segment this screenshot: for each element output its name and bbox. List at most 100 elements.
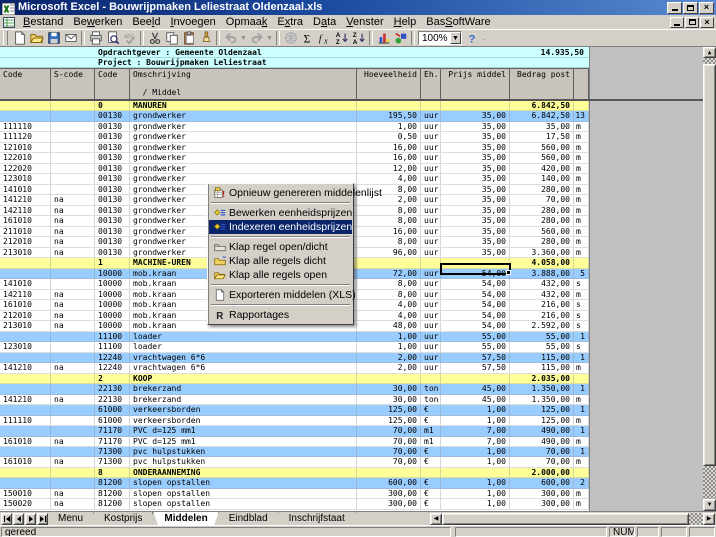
grid-cell[interactable] bbox=[357, 101, 421, 111]
grid-cell[interactable] bbox=[51, 143, 95, 153]
grid-cell[interactable]: uur bbox=[421, 300, 441, 310]
grid-cell[interactable]: 8,00 bbox=[357, 216, 421, 226]
grid-cell[interactable] bbox=[51, 447, 95, 457]
grid-cell[interactable]: 10000 bbox=[95, 269, 130, 279]
grid-cell[interactable]: na bbox=[51, 321, 95, 331]
grid-cell[interactable]: 1 bbox=[574, 332, 589, 342]
grid-cell[interactable]: 00130 bbox=[95, 237, 130, 247]
grid-cell[interactable]: 8,00 bbox=[357, 290, 421, 300]
grid-cell[interactable]: 13 bbox=[574, 111, 589, 121]
grid-cell[interactable]: € bbox=[421, 499, 441, 509]
grid-cell[interactable]: 71170 bbox=[95, 426, 130, 436]
grid-cell[interactable]: 70,00 bbox=[357, 437, 421, 447]
grid-cell[interactable]: 22130 bbox=[95, 395, 130, 405]
grid-cell[interactable]: 1 bbox=[95, 258, 130, 268]
grid-cell[interactable]: slopen opstallen bbox=[130, 489, 357, 499]
grid-cell[interactable]: 115,00 bbox=[510, 363, 574, 373]
grid-cell[interactable]: 432,00 bbox=[510, 290, 574, 300]
grid-cell[interactable]: 55,00 bbox=[510, 342, 574, 352]
grid-cell[interactable]: uur bbox=[421, 279, 441, 289]
grid-cell[interactable] bbox=[51, 153, 95, 163]
cut-icon[interactable] bbox=[146, 30, 163, 46]
grid-cell[interactable]: 1 bbox=[574, 426, 589, 436]
grid-cell[interactable]: 22130 bbox=[95, 384, 130, 394]
grid-cell[interactable]: 7,00 bbox=[441, 426, 510, 436]
grid-cell[interactable]: grondwerker bbox=[130, 132, 357, 142]
new-icon[interactable] bbox=[11, 30, 28, 46]
menu-bestand[interactable]: Bestand bbox=[18, 16, 68, 29]
grid-cell[interactable] bbox=[0, 405, 51, 415]
grid-cell[interactable]: ton bbox=[421, 395, 441, 405]
grid-cell[interactable]: grondwerker bbox=[130, 122, 357, 132]
grid-cell[interactable]: 212010 bbox=[0, 311, 51, 321]
grid-cell[interactable]: 141210 bbox=[0, 363, 51, 373]
grid-cell[interactable]: 96,00 bbox=[357, 248, 421, 258]
grid-cell[interactable] bbox=[0, 384, 51, 394]
grid-cell[interactable]: 8 bbox=[95, 468, 130, 478]
grid-cell[interactable]: 3.888,00 bbox=[510, 269, 574, 279]
grid-cell[interactable]: 00130 bbox=[95, 132, 130, 142]
context-menu-item[interactable]: Indexeren eenheidsprijzen bbox=[209, 220, 352, 234]
grid-cell[interactable]: uur bbox=[421, 321, 441, 331]
grid-cell[interactable] bbox=[51, 384, 95, 394]
grid-cell[interactable] bbox=[51, 258, 95, 268]
workbook-minimize-button[interactable] bbox=[670, 17, 684, 28]
grid-cell[interactable]: 45,00 bbox=[441, 384, 510, 394]
grid-cell[interactable]: 195,50 bbox=[357, 111, 421, 121]
grid-cell[interactable]: 150010 bbox=[0, 489, 51, 499]
paste-icon[interactable] bbox=[180, 30, 197, 46]
grid-cell[interactable]: 1 bbox=[574, 405, 589, 415]
grid-cell[interactable] bbox=[421, 468, 441, 478]
grid-cell[interactable]: 300,00 bbox=[510, 489, 574, 499]
horizontal-scrollbar-track[interactable] bbox=[689, 513, 703, 525]
grid-cell[interactable]: 54,00 bbox=[441, 311, 510, 321]
grid-cell[interactable]: 420,00 bbox=[510, 164, 574, 174]
grid-cell[interactable] bbox=[51, 269, 95, 279]
grid-cell[interactable]: 560,00 bbox=[510, 227, 574, 237]
workbook-restore-button[interactable] bbox=[685, 17, 699, 28]
grid-cell[interactable] bbox=[0, 258, 51, 268]
grid-cell[interactable]: 00130 bbox=[95, 216, 130, 226]
grid-cell[interactable]: 212010 bbox=[0, 237, 51, 247]
context-menu-item[interactable]: Exporteren middelen (XLS) bbox=[209, 288, 352, 302]
grid-cell[interactable]: 35,00 bbox=[441, 248, 510, 258]
grid-cell[interactable]: 6.842,50 bbox=[510, 101, 574, 111]
grid-cell[interactable]: m bbox=[574, 174, 589, 184]
vertical-scrollbar-thumb[interactable] bbox=[703, 64, 716, 466]
grid-cell[interactable]: 10000 bbox=[95, 311, 130, 321]
grid-cell[interactable]: 1,00 bbox=[357, 332, 421, 342]
grid-cell[interactable]: verkeersborden bbox=[130, 416, 357, 426]
sheet-tab-eindblad[interactable]: Eindblad bbox=[219, 512, 279, 526]
grid-cell[interactable]: 00130 bbox=[95, 111, 130, 121]
grid-cell[interactable]: 125,00 bbox=[510, 416, 574, 426]
grid-cell[interactable]: na bbox=[51, 395, 95, 405]
open-icon[interactable] bbox=[28, 30, 45, 46]
grid-cell[interactable]: m bbox=[574, 143, 589, 153]
grid-cell[interactable]: 17,50 bbox=[510, 132, 574, 142]
grid-cell[interactable]: uur bbox=[421, 195, 441, 205]
grid-cell[interactable] bbox=[574, 258, 589, 268]
grid-cell[interactable]: uur bbox=[421, 363, 441, 373]
grid-cell[interactable] bbox=[51, 164, 95, 174]
grid-cell[interactable]: 141010 bbox=[0, 185, 51, 195]
grid-cell[interactable]: 00130 bbox=[95, 227, 130, 237]
grid-cell[interactable]: na bbox=[51, 206, 95, 216]
grid-cell[interactable]: MANUREN bbox=[130, 101, 357, 111]
insert-hyperlink-icon[interactable] bbox=[282, 30, 299, 46]
grid-cell[interactable] bbox=[51, 405, 95, 415]
grid-cell[interactable]: uur bbox=[421, 206, 441, 216]
grid-cell[interactable]: 141210 bbox=[0, 395, 51, 405]
grid-cell[interactable]: slopen opstallen bbox=[130, 478, 357, 488]
grid-cell[interactable]: 54,00 bbox=[441, 321, 510, 331]
more-buttons[interactable]: . bbox=[480, 30, 489, 46]
grid-cell[interactable]: 35,00 bbox=[441, 164, 510, 174]
grid-cell[interactable]: 141210 bbox=[0, 195, 51, 205]
grid-cell[interactable]: 12240 bbox=[95, 353, 130, 363]
grid-cell[interactable]: m bbox=[574, 122, 589, 132]
grid-cell[interactable]: 2.000,00 bbox=[510, 468, 574, 478]
grid-cell[interactable]: PVC d=125 mm1 bbox=[130, 426, 357, 436]
grid-cell[interactable]: m bbox=[574, 185, 589, 195]
grid-cell[interactable] bbox=[574, 468, 589, 478]
grid-cell[interactable] bbox=[0, 468, 51, 478]
grid-cell[interactable]: 432,00 bbox=[510, 279, 574, 289]
